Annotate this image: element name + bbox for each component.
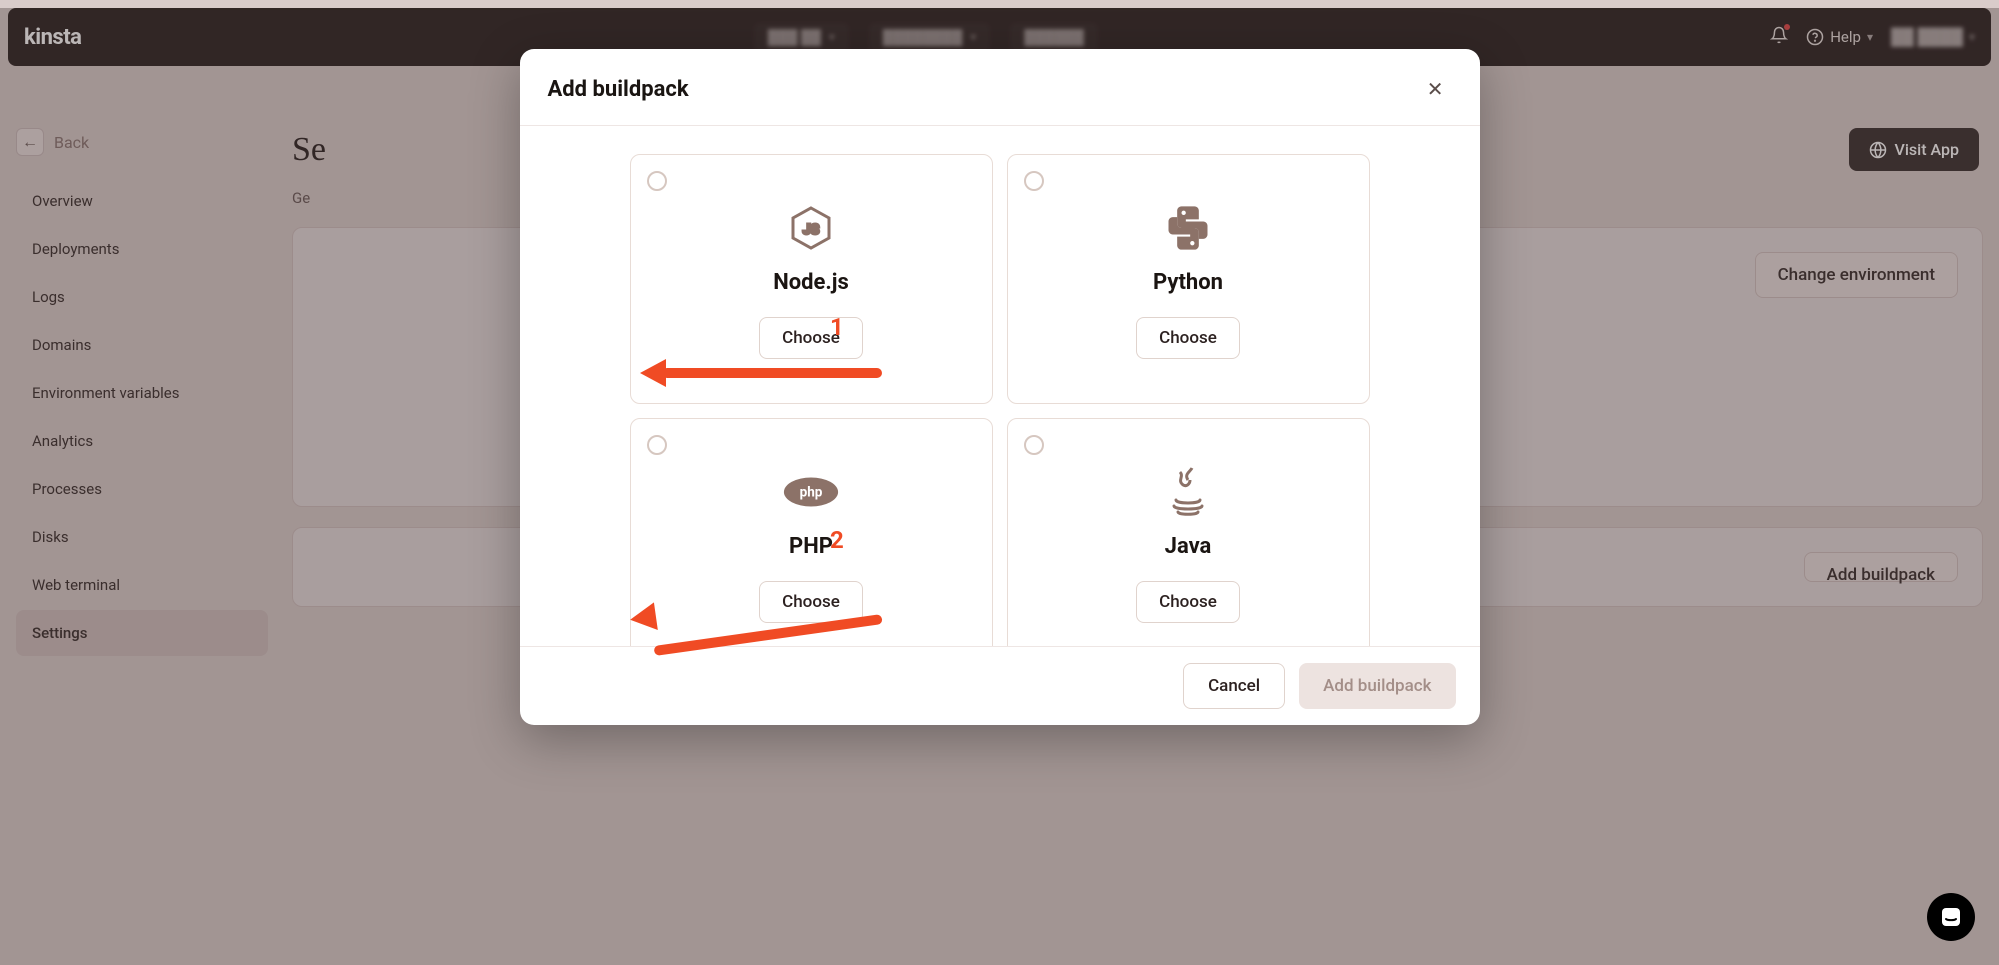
modal-footer: Cancel Add buildpack <box>520 646 1480 725</box>
modal-header: Add buildpack ✕ <box>520 49 1480 126</box>
cancel-button[interactable]: Cancel <box>1183 663 1285 709</box>
buildpack-name-nodejs: Node.js <box>773 270 849 295</box>
nodejs-icon: JS <box>783 200 839 256</box>
modal-title: Add buildpack <box>548 77 689 102</box>
java-icon <box>1160 464 1216 520</box>
radio-php[interactable] <box>647 435 667 455</box>
choose-php-button[interactable]: Choose <box>759 581 863 623</box>
radio-java[interactable] <box>1024 435 1044 455</box>
choose-nodejs-button[interactable]: Choose <box>759 317 863 359</box>
buildpack-card-java[interactable]: Java Choose <box>1007 418 1370 646</box>
close-icon: ✕ <box>1427 77 1444 101</box>
buildpack-name-python: Python <box>1153 270 1223 295</box>
add-buildpack-modal: Add buildpack ✕ JS Node.js Choose Python… <box>520 49 1480 725</box>
radio-python[interactable] <box>1024 171 1044 191</box>
intercom-icon <box>1939 905 1963 929</box>
svg-text:php: php <box>800 484 823 500</box>
modal-body: JS Node.js Choose Python Choose php PHP … <box>520 126 1480 646</box>
python-icon <box>1160 200 1216 256</box>
intercom-launcher[interactable] <box>1927 893 1975 941</box>
buildpack-card-nodejs[interactable]: JS Node.js Choose <box>630 154 993 404</box>
buildpack-name-php: PHP <box>789 534 833 559</box>
buildpack-name-java: Java <box>1165 534 1212 559</box>
choose-java-button[interactable]: Choose <box>1136 581 1240 623</box>
close-button[interactable]: ✕ <box>1419 73 1452 105</box>
svg-text:JS: JS <box>803 222 820 238</box>
submit-add-buildpack-button[interactable]: Add buildpack <box>1299 663 1455 709</box>
php-icon: php <box>783 464 839 520</box>
radio-nodejs[interactable] <box>647 171 667 191</box>
buildpack-card-php[interactable]: php PHP Choose <box>630 418 993 646</box>
choose-python-button[interactable]: Choose <box>1136 317 1240 359</box>
buildpack-card-python[interactable]: Python Choose <box>1007 154 1370 404</box>
